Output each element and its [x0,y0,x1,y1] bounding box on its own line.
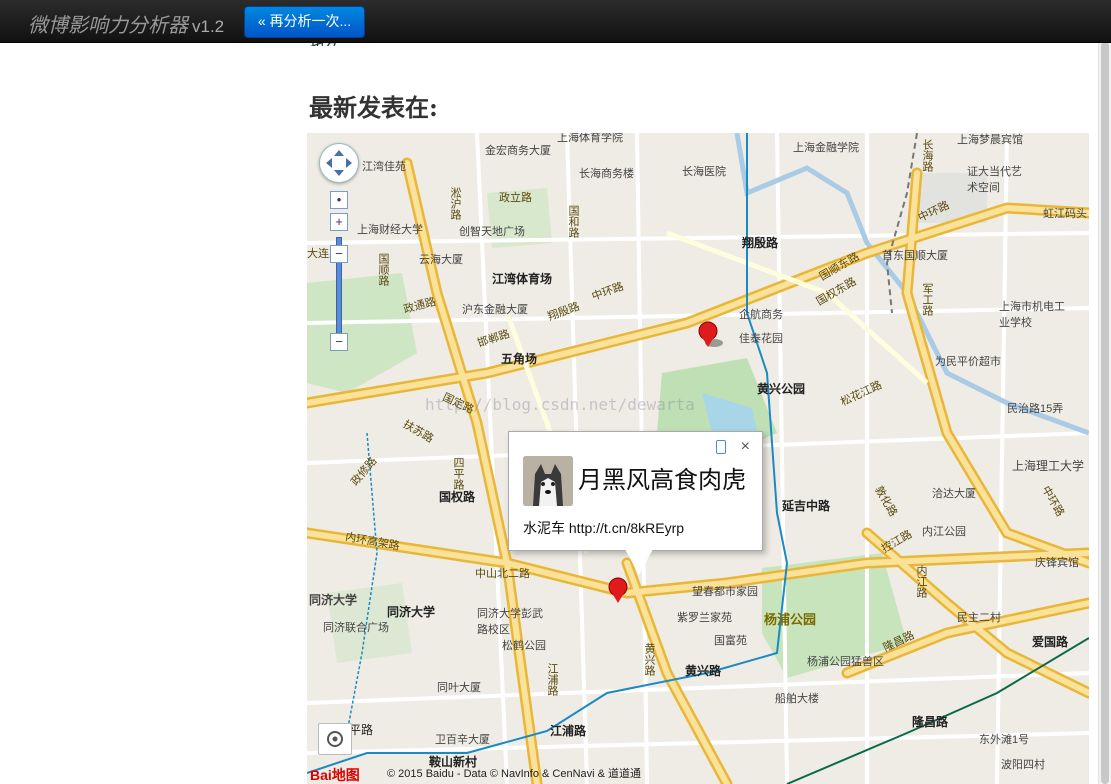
brand-version: v1.2 [192,17,225,36]
road-label: 国顺路 [377,253,389,286]
pan-control[interactable] [319,143,359,183]
poi-label[interactable]: 杨浦公园猛兽区 [807,653,884,669]
road-label: 政立路 [499,192,532,204]
zoom-handle[interactable]: − [330,245,348,263]
mobile-icon [716,440,726,454]
locate-button[interactable] [318,723,352,755]
marker-info-window: × 月黑风高食肉虎 水泥车 http://t.cn/8kREyrp [508,431,763,575]
metro-station[interactable]: 江湾体育场 [492,270,552,287]
metro-station[interactable]: 黄兴路 [685,662,721,679]
poi-label[interactable]: 内江公园 [922,523,966,539]
road-label: 淞沪路 [449,187,461,220]
poi-label[interactable]: 长海商务楼 [579,165,634,181]
poi-label[interactable]: 同济大学彭武路校区 [477,605,547,637]
copyright-text: © 2015 Baidu - Data © NavInfo & CenNavi … [387,768,642,780]
metro-station[interactable]: 爱国路 [1032,633,1068,650]
metro-station[interactable]: 江浦路 [550,722,586,739]
brand-title: 微博影响力分析器 [28,13,188,37]
info-window-tail [625,549,653,575]
metro-station[interactable]: 黄兴公园 [757,380,805,397]
metro-station[interactable]: 翔殷路 [742,234,778,251]
road-label: 国和路 [567,205,579,238]
poi-label[interactable]: 望春都市家园 [692,583,758,599]
road-label: 江浦路 [546,663,558,696]
poi-label[interactable]: 同济联合广场 [323,619,389,635]
metro-station[interactable]: 国权路 [439,488,475,505]
road-label: 军工路 [921,283,933,316]
poi-label[interactable]: 长海医院 [682,163,726,179]
poi-label[interactable]: 沪东金融大厦 [462,301,528,317]
poi-label[interactable]: 上海市机电工业学校 [999,298,1075,330]
poi-label[interactable]: 船舶大楼 [775,690,819,706]
road-label: 内江路 [915,565,927,598]
scrollbar-thumb[interactable] [1101,42,1109,784]
metro-station[interactable]: 同济大学 [387,603,435,620]
poi-label[interactable]: 同叶大厦 [437,679,481,695]
zoom-out-button[interactable]: − [330,333,348,351]
poi-label[interactable]: 东外滩1号 [979,731,1029,747]
poi-label[interactable]: 上海体育学院 [557,133,623,145]
metro-station[interactable]: 五角场 [501,350,537,367]
zoom-indicator[interactable]: • [330,191,348,209]
road-label: 中山北二路 [475,568,530,580]
poi-label[interactable]: 江湾佳苑 [362,158,406,174]
road-label: 长海路 [921,139,933,172]
top-navbar: 微博影响力分析器 v1.2 « 再分析一次... [0,0,1111,43]
poi-label[interactable]: 民主二村 [957,609,1001,625]
poi-label[interactable]: 庆锋宾馆 [1035,554,1079,570]
road-label: 黄兴路 [643,643,655,676]
road-label: 四平路 [452,457,464,490]
husky-avatar-image [523,456,573,506]
poi-label[interactable]: 企航商务 [739,306,783,322]
analyze-again-button[interactable]: « 再分析一次... [244,6,365,38]
poi-label[interactable]: 松鹤公园 [502,637,546,653]
poi-label[interactable]: 为民平价超市 [935,353,1001,369]
poi-label[interactable]: 证大当代艺术空间 [967,163,1027,195]
metro-station[interactable]: 隆昌路 [912,713,948,730]
poi-label[interactable]: 民治路15弄 [1007,400,1063,416]
poi-label[interactable]: 上海金融学院 [793,139,859,155]
post-text[interactable]: 水泥车 http://t.cn/8kREyrp [523,518,684,538]
poi-label[interactable]: 佳泰花园 [739,330,783,346]
metro-station[interactable]: 延吉中路 [782,497,830,514]
close-icon[interactable]: × [741,438,750,456]
map-copyright: Bai地图 © 2015 Baidu - Data © NavInfo & Ce… [307,764,1089,784]
pan-arrows-icon [326,150,352,176]
poi-label[interactable]: 虹江码头 [1043,205,1087,221]
poi-label[interactable]: 上海理工大学 [1012,457,1084,474]
poi-label[interactable]: 首东国顺大厦 [882,247,948,263]
poi-label[interactable]: 卫百辛大厦 [435,731,490,747]
zoom-in-button[interactable]: + [330,213,348,231]
poi-label[interactable]: 上海财经大学 [357,221,423,237]
locate-icon [327,731,343,747]
park-label[interactable]: 杨浦公园 [764,609,816,628]
poi-label[interactable]: 上海梦晨宾馆 [957,133,1023,147]
username[interactable]: 月黑风高食肉虎 [578,460,746,495]
poi-label[interactable]: 紫罗兰家苑 [677,609,732,625]
baidu-map[interactable]: http://blog.csdn.net/dewarta 上海体育学院 金宏商务… [307,133,1089,784]
poi-label[interactable]: 同济大学 [309,591,357,608]
poi-label[interactable]: 创智天地广场 [459,223,525,239]
poi-label[interactable]: 洽达大厦 [932,485,976,501]
baidu-logo[interactable]: Bai地图 [310,765,360,784]
app-brand[interactable]: 微博影响力分析器 v1.2 [28,9,224,38]
poi-label[interactable]: 国富苑 [714,632,747,648]
road-label: 平路 [349,723,374,737]
user-avatar[interactable] [523,456,573,506]
page-scrollbar[interactable] [1098,42,1111,784]
section-title: 最新发表在: [309,93,438,122]
poi-label[interactable]: 云海大厦 [419,251,463,267]
poi-label[interactable]: 金宏商务大厦 [485,142,551,158]
